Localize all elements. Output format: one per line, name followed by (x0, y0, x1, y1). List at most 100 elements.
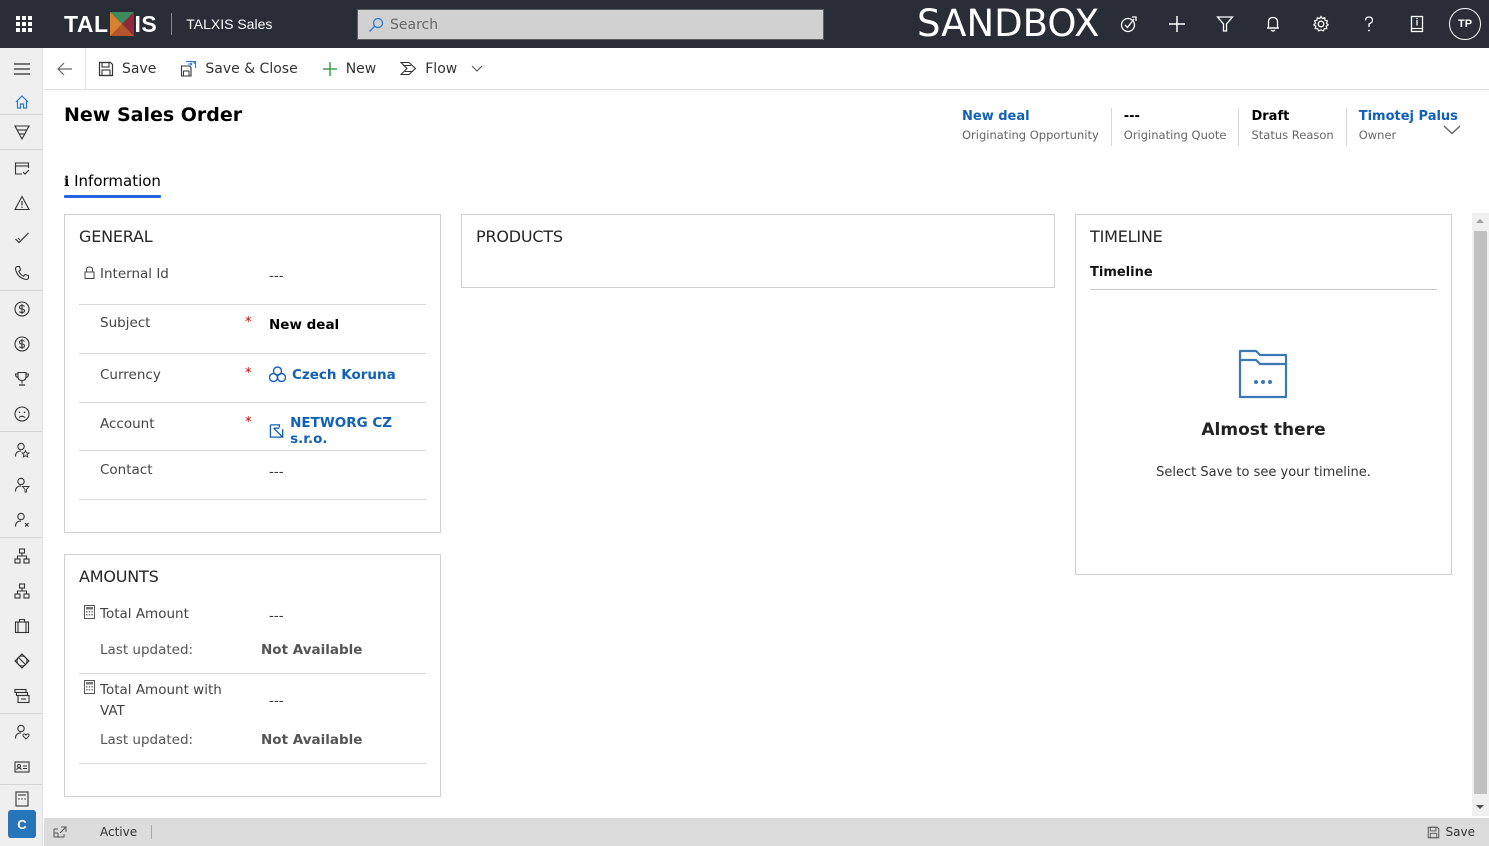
header-field-originating-opportunity[interactable]: New deal Originating Opportunity (950, 108, 1111, 146)
scroll-down-arrow-icon[interactable] (1476, 805, 1484, 809)
timeline-section: TIMELINE Timeline Almost there Select Sa… (1075, 214, 1452, 575)
general-section: GENERAL Internal Id --- Subject * New de… (64, 214, 441, 533)
sidebar-item-quotes[interactable] (0, 785, 43, 807)
field-contact: Contact --- (79, 451, 426, 500)
required-indicator: * (245, 415, 252, 430)
sidebar-item-alerts[interactable] (0, 185, 43, 220)
account-value: NETWORG CZ s.r.o. (290, 415, 393, 447)
new-label: New (345, 60, 377, 77)
contact-card-icon (13, 760, 30, 773)
hamburger-icon (13, 63, 30, 75)
flow-button[interactable]: Flow (388, 48, 495, 90)
sidebar-item-sales-2[interactable] (0, 326, 43, 361)
sidebar-item-projects[interactable] (0, 608, 43, 643)
footer-save-button[interactable]: Save (1427, 825, 1475, 839)
status-reason-value: Draft (1251, 109, 1290, 124)
timeline-empty-text: Select Save to see your timeline. (1156, 465, 1371, 480)
currency-label: Currency (100, 367, 161, 383)
save-and-close-button[interactable]: Save & Close (168, 48, 309, 90)
back-button[interactable] (44, 47, 86, 90)
sidebar-item-org-2[interactable] (0, 573, 43, 608)
sidebar-item-qualified-leads[interactable] (0, 467, 43, 502)
tab-information-label: Information (74, 172, 161, 190)
save-icon (1427, 826, 1439, 838)
tab-information[interactable]: i Information (64, 172, 161, 190)
last-updated-label: Last updated: (100, 732, 194, 748)
site-map-sidebar: C (0, 48, 43, 846)
stacked-boxes-icon (13, 688, 30, 703)
add-button[interactable] (1153, 0, 1201, 48)
originating-opportunity-link[interactable]: New deal (962, 108, 1099, 126)
sidebar-item-pipeline[interactable] (0, 115, 43, 149)
active-tab-indicator (64, 195, 161, 198)
required-indicator: * (245, 366, 252, 381)
scroll-thumb[interactable] (1474, 231, 1487, 794)
last-updated-value: Not Available (261, 642, 363, 658)
sidebar-item-activities[interactable] (0, 150, 43, 185)
notifications-button[interactable] (1249, 0, 1297, 48)
subject-input[interactable]: New deal (269, 317, 339, 333)
scroll-up-arrow-icon[interactable] (1476, 219, 1484, 223)
funnel-icon (13, 125, 30, 140)
header-field-originating-quote: --- Originating Quote (1110, 108, 1239, 146)
sidebar-item-complaints[interactable] (0, 396, 43, 431)
status-reason-label: Status Reason (1251, 128, 1334, 142)
vertical-scrollbar[interactable] (1472, 213, 1489, 816)
sidebar-item-leads[interactable] (0, 432, 43, 467)
amounts-section: AMOUNTS Total Amount --- Last updated: N… (64, 554, 441, 797)
sidebar-item-tasks[interactable] (0, 220, 43, 255)
status-footer: Active Save (44, 818, 1489, 846)
open-in-new-window-button[interactable] (52, 824, 68, 840)
amounts-section-title: AMOUNTS (79, 567, 159, 586)
user-profile-button[interactable]: TP (1441, 0, 1489, 48)
search-input[interactable] (390, 16, 790, 33)
filter-button[interactable] (1201, 0, 1249, 48)
sidebar-item-home[interactable] (0, 90, 43, 114)
info-button[interactable] (1393, 0, 1441, 48)
help-icon (1364, 16, 1374, 32)
help-button[interactable] (1345, 0, 1393, 48)
timeline-empty-title: Almost there (1201, 420, 1326, 440)
originating-quote-value: --- (1123, 109, 1140, 124)
chevron-down-icon (1443, 125, 1461, 135)
trophy-icon (14, 371, 29, 386)
footer-divider (151, 825, 153, 839)
sidebar-item-products[interactable] (0, 678, 43, 713)
calendar-check-icon (14, 161, 29, 175)
sidebar-item-competitors[interactable] (0, 361, 43, 396)
sidebar-item-customers[interactable] (0, 714, 43, 749)
assistant-icon (1120, 16, 1137, 33)
sidebar-item-contacts[interactable] (0, 749, 43, 784)
internal-id-value: --- (269, 268, 284, 284)
sidebar-item-markets[interactable] (0, 643, 43, 678)
timeline-section-title: TIMELINE (1090, 227, 1163, 246)
warning-icon (13, 194, 30, 210)
sidebar-toggle-button[interactable] (0, 48, 43, 90)
sidebar-item-disqualified-leads[interactable] (0, 502, 43, 537)
brand-logo-left: TAL (64, 10, 109, 37)
search-box[interactable] (357, 9, 824, 40)
app-launcher-button[interactable] (0, 0, 48, 48)
contact-label: Contact (100, 462, 153, 478)
field-total-amount-with-vat: Total Amount with VAT --- Last updated: N… (79, 674, 426, 764)
sidebar-item-sales-1[interactable] (0, 291, 43, 326)
sidebar-item-org-1[interactable] (0, 538, 43, 573)
sidebar-item-phone-calls[interactable] (0, 255, 43, 290)
brand[interactable]: TAL IS TALXIS Sales (64, 0, 272, 48)
timeline-subtitle: Timeline (1090, 265, 1153, 280)
contact-lookup[interactable]: --- (269, 464, 284, 480)
area-switcher-button[interactable]: C (8, 810, 36, 838)
record-status: Active (100, 825, 138, 839)
save-button[interactable]: Save (86, 48, 168, 90)
environment-label: SANDBOX (917, 2, 1100, 45)
assistant-button[interactable] (1105, 0, 1153, 48)
new-button[interactable]: New (310, 48, 389, 90)
currency-lookup[interactable]: Czech Koruna (269, 366, 396, 383)
brand-logo: TAL IS (64, 11, 157, 38)
save-icon (98, 61, 114, 76)
settings-button[interactable] (1297, 0, 1345, 48)
currency-value: Czech Koruna (292, 366, 396, 383)
header-expand-button[interactable] (1443, 120, 1461, 139)
account-lookup[interactable]: NETWORG CZ s.r.o. (269, 415, 426, 447)
calculator-icon (84, 680, 95, 694)
